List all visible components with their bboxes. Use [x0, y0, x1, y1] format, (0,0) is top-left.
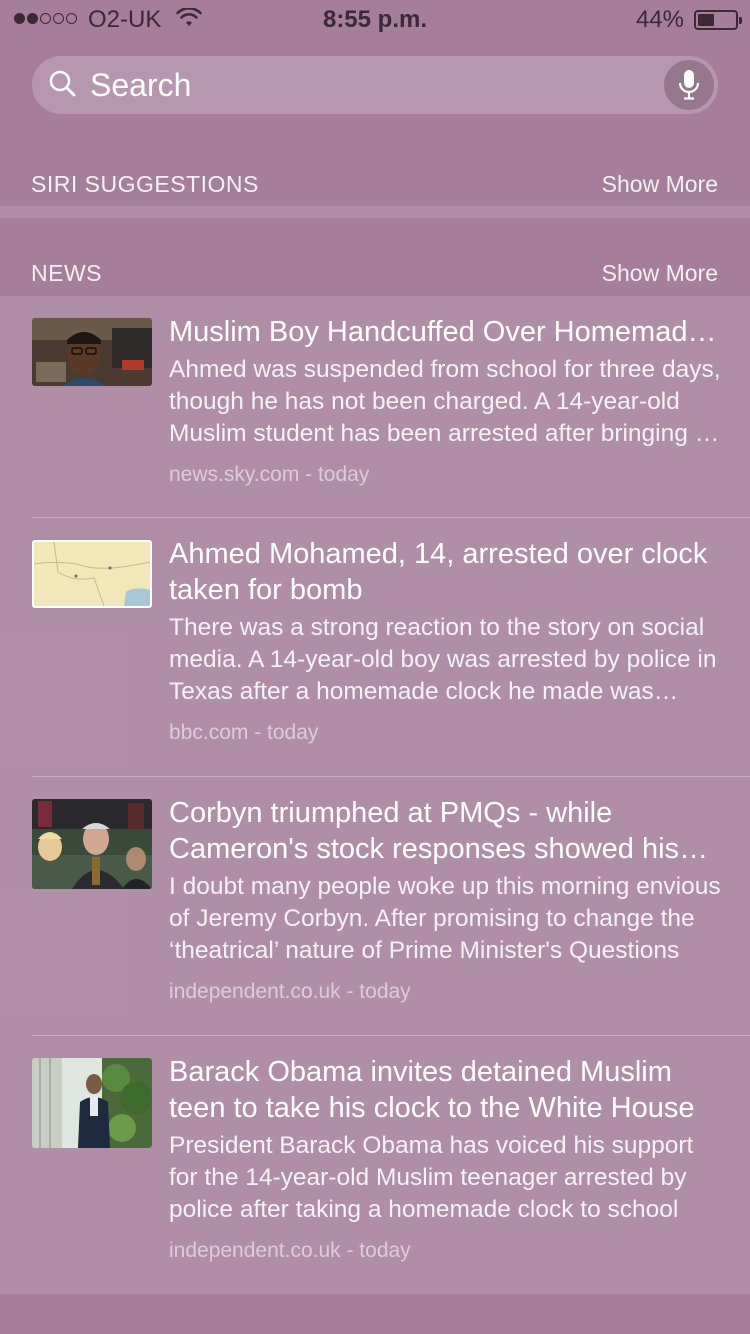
news-thumbnail [32, 540, 152, 608]
battery-icon [694, 10, 742, 30]
microphone-icon [678, 70, 700, 100]
status-bar: O2-UK 8:55 p.m. 44% [0, 0, 750, 40]
news-item-title: Corbyn triumphed at PMQs - while Cameron… [169, 797, 680, 865]
news-item-source: news.sky.com - today [169, 463, 370, 486]
news-item-source: bbc.com - today [169, 721, 319, 744]
news-item-summary: There was a strong reaction to the story… [169, 614, 717, 705]
news-item-source: independent.co.uk - today [169, 980, 411, 1003]
news-item-title: Ahmed Mohamed, 14, arrested over clock t… [169, 538, 708, 606]
siri-suggestions-title: SIRI SUGGESTIONS [31, 171, 259, 197]
battery-percentage: 44% [635, 6, 684, 33]
news-item[interactable]: Corbyn triumphed at PMQs - while Cameron… [0, 777, 750, 1036]
news-item-title: Muslim Boy Handcuffed Over Homemade Cloc… [169, 316, 721, 348]
news-item-source: independent.co.uk - today [169, 1239, 411, 1262]
battery-fill [698, 14, 714, 26]
news-item[interactable]: Barack Obama invites detained Muslim tee… [0, 1036, 750, 1295]
news-item-summary: President Barack Obama has voiced his su… [169, 1132, 694, 1223]
siri-suggestions-panel [0, 206, 750, 218]
search-icon [49, 70, 76, 97]
news-item-summary: Ahmed was suspended from school for thre… [169, 356, 721, 447]
dictation-button[interactable] [664, 60, 714, 110]
news-item[interactable]: Ahmed Mohamed, 14, arrested over clock t… [0, 518, 750, 777]
search-input[interactable] [90, 64, 650, 106]
news-panel: Muslim Boy Handcuffed Over Homemade Cloc… [0, 296, 750, 1294]
news-header: NEWS Show More [0, 260, 750, 300]
news-thumbnail [32, 799, 152, 889]
siri-suggestions-header: SIRI SUGGESTIONS Show More [0, 171, 750, 211]
news-title: NEWS [31, 260, 102, 286]
news-thumbnail [32, 318, 152, 386]
news-thumbnail [32, 1058, 152, 1148]
news-item-title: Barack Obama invites detained Muslim tee… [169, 1056, 695, 1124]
news-show-more-button[interactable]: Show More [602, 260, 718, 287]
search-bar[interactable] [32, 56, 718, 114]
siri-suggestions-show-more-button[interactable]: Show More [602, 171, 718, 198]
news-item-summary: I doubt many people woke up this morning… [169, 873, 721, 964]
